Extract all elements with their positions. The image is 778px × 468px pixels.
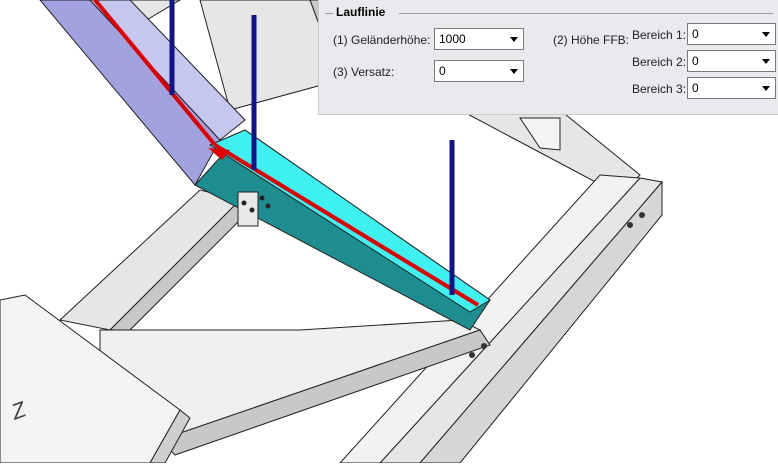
zone-3-select[interactable]: 0 xyxy=(687,77,776,99)
offset-select[interactable]: 0 xyxy=(434,60,524,82)
zone-2-select[interactable]: 0 xyxy=(687,50,776,72)
ffb-height-label: (2) Höhe FFB: xyxy=(553,33,630,47)
zone-2-label: Bereich 2: xyxy=(632,55,687,69)
group-border-left xyxy=(325,13,333,14)
chevron-down-icon xyxy=(762,32,770,37)
railing-height-select[interactable]: 1000 xyxy=(434,28,524,50)
offset-label: (3) Versatz: xyxy=(333,65,395,79)
group-title: Lauflinie xyxy=(333,5,389,19)
zone-2-value: 0 xyxy=(692,54,699,68)
zone-3-value: 0 xyxy=(692,81,699,95)
chevron-down-icon xyxy=(762,86,770,91)
railing-height-label: (1) Geländerhöhe: xyxy=(333,33,431,47)
chevron-down-icon xyxy=(510,69,518,74)
group-border-right xyxy=(399,13,773,14)
zone-1-label: Bereich 1: xyxy=(632,28,687,42)
zone-1-value: 0 xyxy=(692,27,699,41)
chevron-down-icon xyxy=(762,59,770,64)
walking-line-panel: Lauflinie (1) Geländerhöhe: 1000 (3) Ver… xyxy=(318,0,778,115)
chevron-down-icon xyxy=(510,37,518,42)
offset-value: 0 xyxy=(439,64,446,78)
zone-1-select[interactable]: 0 xyxy=(687,23,776,45)
railing-height-value: 1000 xyxy=(439,32,466,46)
zone-3-label: Bereich 3: xyxy=(632,82,687,96)
